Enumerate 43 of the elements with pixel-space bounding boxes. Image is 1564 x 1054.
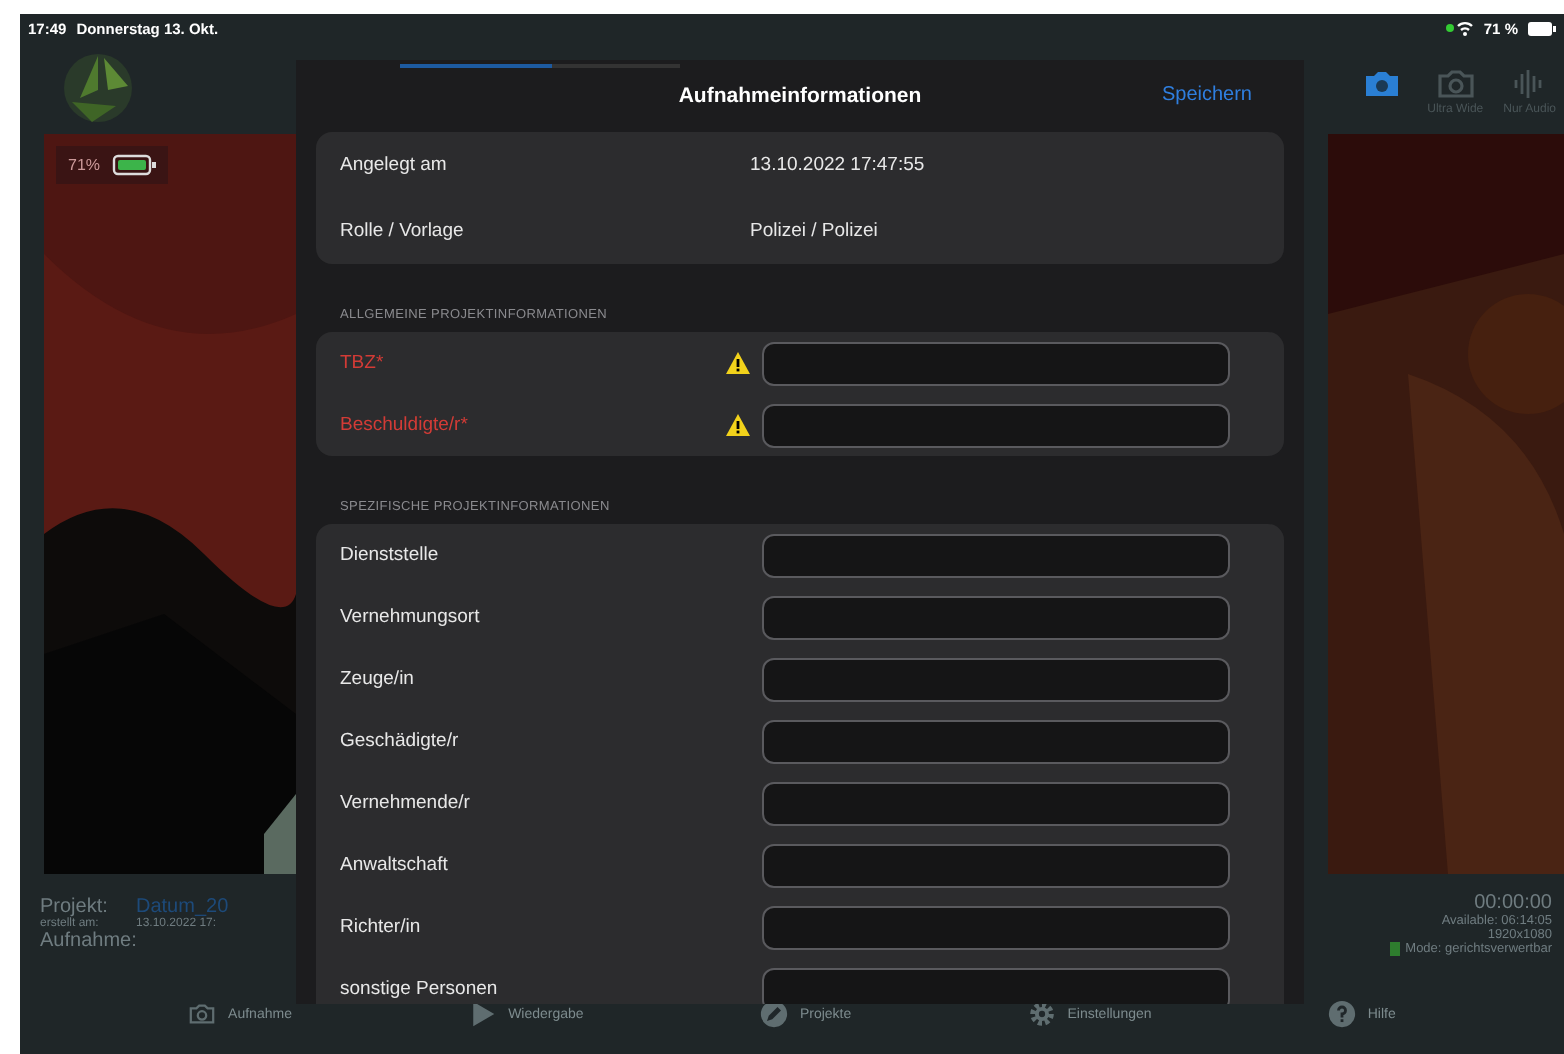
warning-icon xyxy=(726,414,750,436)
warning-icon xyxy=(726,352,750,374)
field-label: sonstige Personen xyxy=(340,978,500,1000)
dialog-title: Aufnahmeinformationen xyxy=(678,84,922,108)
field-label: Anwaltschaft xyxy=(340,854,450,876)
wifi-icon xyxy=(1445,20,1474,36)
battery-icon xyxy=(1528,21,1556,35)
project-label: Projekt: xyxy=(40,896,110,918)
input-field[interactable] xyxy=(762,657,1230,701)
info-value: 13.10.2022 17:47:55 xyxy=(750,154,925,176)
field-label: Beschuldigte/r* xyxy=(340,414,470,436)
camera-icon xyxy=(188,1000,217,1028)
field-label: TBZ* xyxy=(340,352,386,374)
field-label: Richter/in xyxy=(340,916,423,938)
field-label: Dienststelle xyxy=(340,544,441,566)
input-field[interactable] xyxy=(762,533,1230,577)
recording-label: Aufnahme: xyxy=(40,930,136,952)
field-label: Vernehmende/r xyxy=(340,792,472,814)
info-label: Angelegt am xyxy=(340,154,449,176)
field-label: Geschädigte/r xyxy=(340,730,461,752)
input-field[interactable] xyxy=(762,403,1230,447)
info-label: Rolle / Vorlage xyxy=(340,220,466,242)
input-field[interactable] xyxy=(762,967,1230,1004)
save-button[interactable]: Speichern xyxy=(1161,84,1252,106)
settings-icon xyxy=(1027,1000,1056,1028)
play-icon xyxy=(468,1000,497,1028)
battery-percentage: 71% xyxy=(68,156,101,174)
battery-icon xyxy=(112,154,157,176)
input-field[interactable] xyxy=(762,905,1230,949)
field-label: Zeuge/in xyxy=(340,668,416,690)
input-field[interactable] xyxy=(762,719,1230,763)
field-label: Vernehmungsort xyxy=(340,606,482,628)
input-field[interactable] xyxy=(762,843,1230,887)
input-field[interactable] xyxy=(762,341,1230,385)
status-indicator xyxy=(1389,942,1400,956)
logo-icon xyxy=(60,50,136,126)
input-field[interactable] xyxy=(762,781,1230,825)
camera-icon xyxy=(1435,68,1476,100)
input-field[interactable] xyxy=(762,595,1230,639)
camera-icon xyxy=(1361,68,1402,100)
info-value: Polizei / Polizei xyxy=(750,220,878,242)
timer-text: 00:00:00 xyxy=(1474,892,1552,914)
help-icon xyxy=(1327,1000,1356,1028)
